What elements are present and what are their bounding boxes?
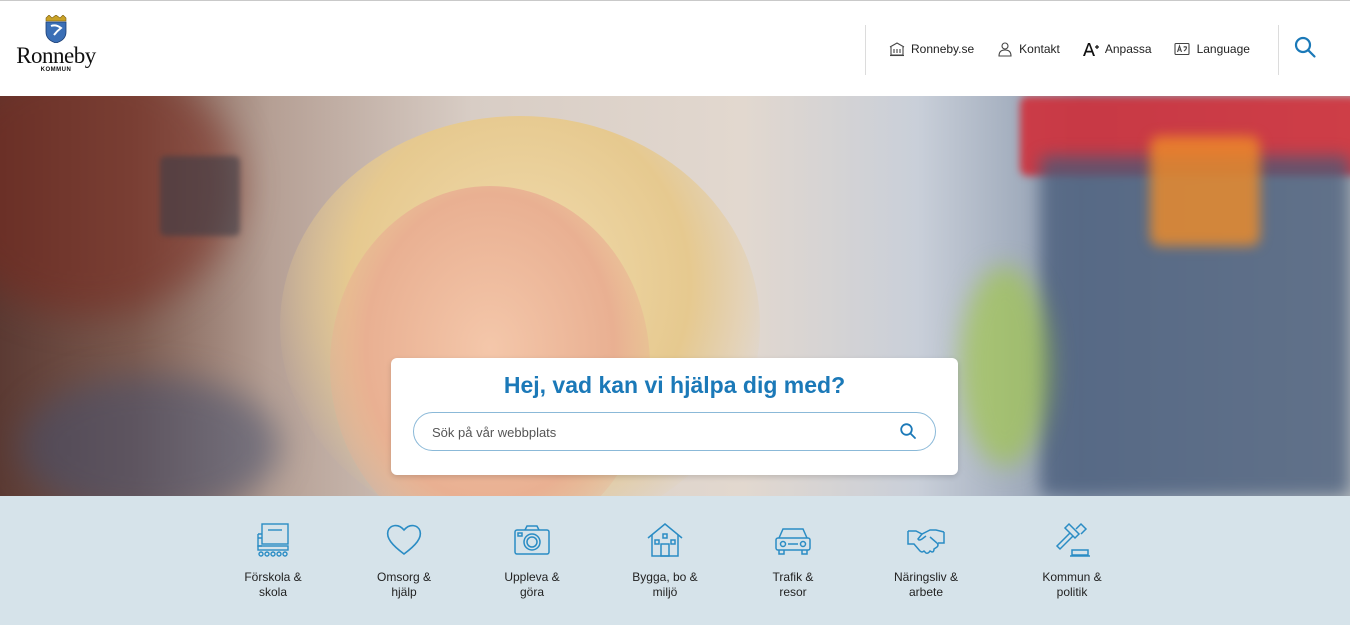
category-label: Trafik & resor [772,570,814,599]
header-divider [865,25,866,75]
person-icon [996,41,1013,58]
header-divider [1278,25,1279,75]
hero-image: Hej, vad kan vi hjälpa dig med? [0,96,1350,496]
search-panel: Hej, vad kan vi hjälpa dig med? [391,358,958,475]
category-uppleva-gora[interactable]: Uppleva & göra [472,520,592,600]
font-size-icon [1082,41,1099,58]
header-search-button[interactable] [1293,35,1319,61]
category-label: Omsorg & hjälp [376,570,431,599]
language-icon [1174,41,1191,58]
category-label: Uppleva & göra [504,570,560,599]
building-icon [888,41,905,58]
category-label: Kommun & politik [1042,570,1102,599]
search-input[interactable] [432,422,892,442]
category-omsorg-hjalp[interactable]: Omsorg & hjälp [344,520,464,600]
search-icon [1294,36,1316,58]
category-label: Bygga, bo & miljö [632,570,698,599]
site-header: Ronneby KOMMUN Ronneby.se Kontakt Anpass… [0,0,1350,96]
search-submit-button[interactable] [899,422,919,442]
coat-of-arms-icon [45,15,67,43]
school-icon [257,523,289,557]
category-label: Näringsliv & arbete [893,570,959,599]
category-bygga-bo-miljo[interactable]: Bygga, bo & miljö [605,520,725,600]
category-label: Förskola & skola [244,570,302,599]
hero-backdrop [20,376,280,496]
gavel-icon [1055,522,1090,557]
nav-label: Anpassa [1104,42,1152,56]
nav-kontakt[interactable]: Kontakt [996,41,1060,58]
hero-backdrop [1150,136,1260,246]
heart-icon [386,524,422,556]
logo-name: Ronneby [16,43,96,68]
nav-label: Ronneby.se [911,42,975,56]
category-kommun-politik[interactable]: Kommun & politik [1012,520,1132,600]
nav-label: Kontakt [1019,42,1060,56]
hero-backdrop [160,156,240,236]
category-naringsliv-arbete[interactable]: Näringsliv & arbete [866,520,986,600]
top-navigation: Ronneby.se Kontakt Anpassa Language [888,39,1250,59]
logo-subtitle: KOMMUN [40,67,72,73]
nav-anpassa[interactable]: Anpassa [1082,41,1152,58]
house-icon [647,523,683,557]
nav-label: Language [1196,42,1250,56]
camera-icon [514,525,550,555]
search-heading: Hej, vad kan vi hjälpa dig med? [503,372,846,398]
search-icon [900,423,916,439]
nav-language[interactable]: Language [1174,41,1250,58]
hero-backdrop [960,266,1050,466]
category-navigation: Förskola & skola Omsorg & hjälp Uppleva … [0,496,1350,625]
category-forskola-skola[interactable]: Förskola & skola [213,520,333,600]
nav-ronneby-se[interactable]: Ronneby.se [888,41,974,58]
category-trafik-resor[interactable]: Trafik & resor [733,520,853,600]
car-icon [775,528,811,555]
search-field [413,412,936,451]
ronneby-logo[interactable]: Ronneby KOMMUN [14,15,98,77]
handshake-icon [907,529,945,554]
